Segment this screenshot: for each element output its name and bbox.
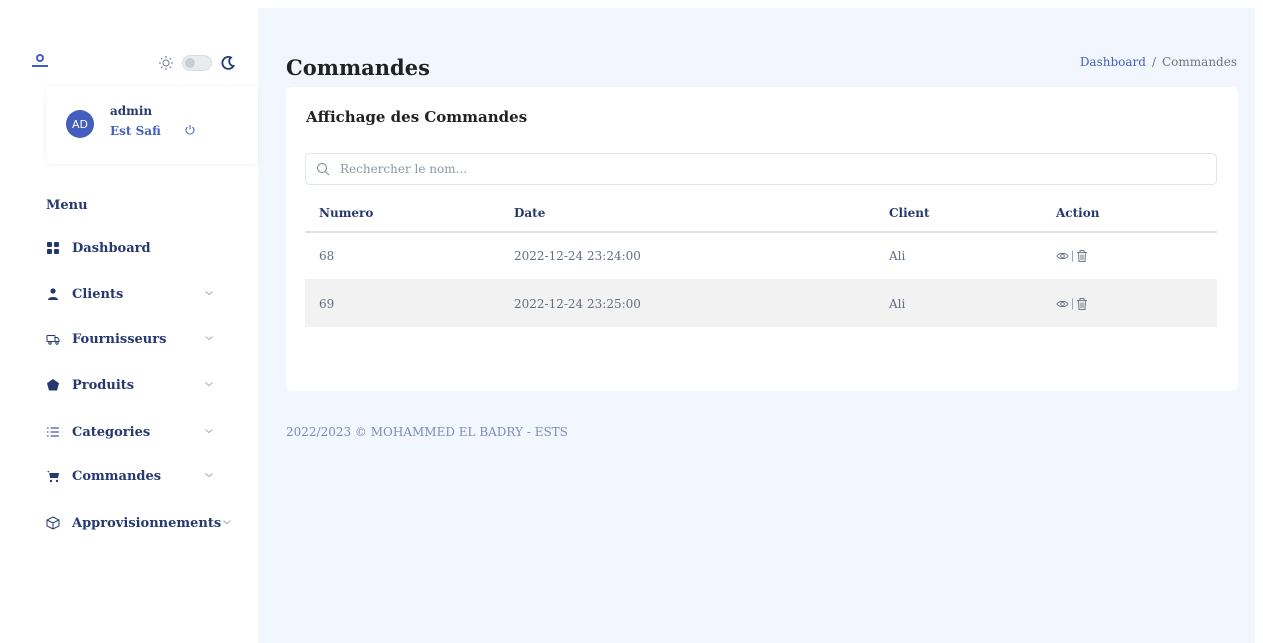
- sidebar-item-commandes[interactable]: Commandes: [46, 465, 226, 487]
- search-input[interactable]: [340, 162, 1200, 176]
- sidebar-item-produits[interactable]: Produits: [46, 374, 226, 396]
- power-icon[interactable]: [184, 124, 196, 136]
- chevron-down-icon: [205, 473, 213, 478]
- chevron-down-icon: [223, 520, 231, 525]
- sun-icon: [159, 56, 173, 70]
- sidebar-item-label: Dashboard: [72, 240, 151, 256]
- action-divider: [1072, 250, 1073, 262]
- pentagon-icon: [47, 379, 59, 391]
- sidebar-item-clients[interactable]: Clients: [46, 283, 226, 305]
- sidebar-item-label: Produits: [72, 377, 135, 393]
- eye-icon[interactable]: [1056, 297, 1069, 310]
- sidebar-item-label: Fournisseurs: [72, 331, 167, 347]
- search-box: [305, 153, 1217, 185]
- cell-date: 2022-12-24 23:24:00: [514, 249, 641, 263]
- logo-icon[interactable]: [32, 54, 52, 72]
- theme-toggle: [158, 54, 236, 72]
- cell-client: Ali: [889, 249, 906, 263]
- column-header-numero[interactable]: Numero: [319, 206, 373, 220]
- table-header: Numero Date Client Action: [305, 195, 1217, 233]
- sidebar-item-fournisseurs[interactable]: Fournisseurs: [46, 328, 226, 350]
- sidebar-item-label: Commandes: [72, 468, 162, 484]
- sidebar-item-approvisionnements[interactable]: Approvisionnements: [46, 512, 246, 534]
- breadcrumb-dashboard-link[interactable]: Dashboard: [1080, 55, 1146, 69]
- cell-date: 2022-12-24 23:25:00: [514, 296, 641, 311]
- sidebar-item-label: Clients: [72, 286, 124, 302]
- trash-icon[interactable]: [1076, 297, 1088, 310]
- column-header-action: Action: [1056, 206, 1100, 220]
- dark-mode-switch[interactable]: [182, 55, 212, 71]
- column-header-client[interactable]: Client: [889, 206, 930, 220]
- table-row: 68 2022-12-24 23:24:00 Ali: [305, 233, 1217, 280]
- sidebar-item-label: Categories: [72, 424, 151, 440]
- chevron-down-icon: [205, 429, 213, 434]
- grid-icon: [47, 242, 59, 254]
- avatar[interactable]: AD: [66, 110, 94, 138]
- eye-icon[interactable]: [1056, 250, 1069, 263]
- cell-numero: 69: [319, 296, 335, 311]
- table-row: 69 2022-12-24 23:25:00 Ali: [305, 280, 1217, 327]
- trash-icon[interactable]: [1076, 250, 1088, 263]
- card-title: Affichage des Commandes: [306, 108, 528, 126]
- column-header-date[interactable]: Date: [514, 206, 545, 220]
- user-card: AD admin Est Safi: [46, 86, 258, 164]
- box-icon: [46, 516, 60, 530]
- list-icon: [47, 427, 59, 437]
- truck-icon: [46, 335, 60, 345]
- sidebar-item-label: Approvisionnements: [72, 515, 222, 531]
- breadcrumb-current: Commandes: [1162, 55, 1237, 69]
- orders-table: Numero Date Client Action 68 2022-12-24 …: [305, 195, 1217, 327]
- user-name: admin: [110, 104, 153, 118]
- orders-card: Affichage des Commandes Numero Date Clie…: [286, 87, 1238, 391]
- breadcrumb: Dashboard / Commandes: [1080, 55, 1237, 69]
- row-actions: [1056, 297, 1088, 310]
- chevron-down-icon: [205, 336, 213, 341]
- chevron-down-icon: [205, 382, 213, 387]
- user-organization: Est Safi: [110, 124, 161, 138]
- cart-icon: [47, 471, 59, 483]
- sidebar-item-categories[interactable]: Categories: [46, 421, 226, 443]
- breadcrumb-separator: /: [1151, 55, 1156, 69]
- chevron-down-icon: [205, 291, 213, 296]
- page-title: Commandes: [286, 55, 430, 80]
- person-icon: [48, 288, 58, 300]
- sidebar-item-dashboard[interactable]: Dashboard: [46, 237, 226, 259]
- moon-icon: [221, 56, 236, 70]
- footer-text: 2022/2023 © MOHAMMED EL BADRY - ESTS: [286, 425, 568, 439]
- action-divider: [1072, 298, 1073, 309]
- menu-title: Menu: [46, 198, 88, 213]
- search-icon: [316, 162, 330, 176]
- cell-client: Ali: [889, 296, 906, 311]
- row-actions: [1056, 250, 1088, 263]
- cell-numero: 68: [319, 249, 335, 263]
